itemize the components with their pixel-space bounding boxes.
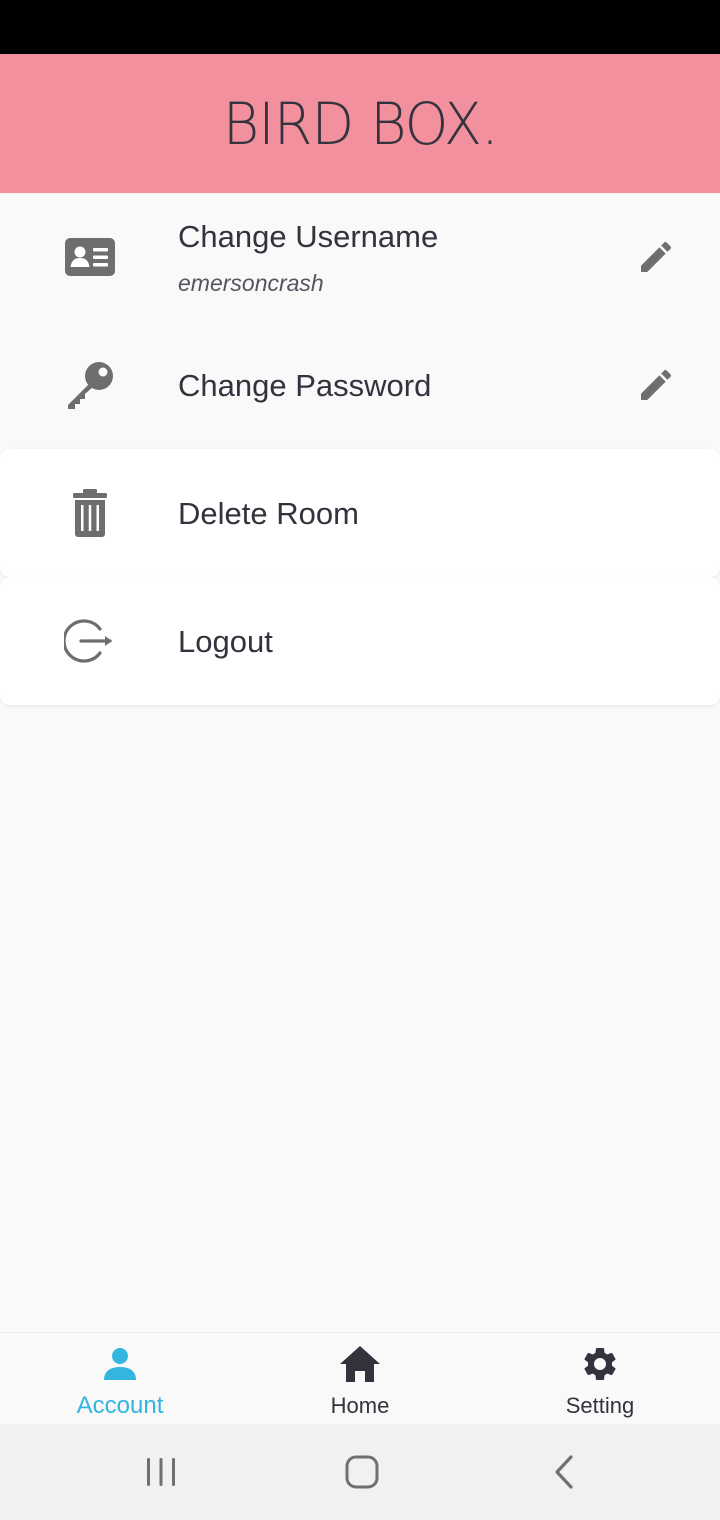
logout-label: Logout xyxy=(178,624,273,659)
nav-account[interactable]: Account xyxy=(0,1333,240,1425)
delete-room-row[interactable]: Delete Room xyxy=(0,449,720,577)
nav-home[interactable]: Home xyxy=(240,1333,480,1425)
key-icon xyxy=(64,359,116,411)
change-password-label: Change Password xyxy=(178,368,432,403)
pencil-edit-icon[interactable] xyxy=(632,361,680,409)
nav-setting[interactable]: Setting xyxy=(480,1333,720,1425)
change-password-row[interactable]: Change Password xyxy=(0,321,720,449)
username-value: emersoncrash xyxy=(178,270,324,296)
bottom-nav: Account Home Setting xyxy=(0,1332,720,1424)
nav-account-label: Account xyxy=(76,1392,164,1419)
logout-row[interactable]: Logout xyxy=(0,577,720,705)
person-icon xyxy=(97,1341,143,1387)
change-username-row[interactable]: Change Username emersoncrash xyxy=(0,193,720,321)
change-username-label: Change Username xyxy=(178,219,439,254)
pencil-edit-icon[interactable] xyxy=(632,233,680,281)
home-icon xyxy=(337,1341,383,1387)
id-card-icon xyxy=(64,231,116,283)
status-bar xyxy=(0,0,720,54)
nav-setting-label: Setting xyxy=(565,1393,635,1418)
trash-icon xyxy=(64,487,116,539)
app-title: BIRD BOX. xyxy=(222,89,498,158)
system-nav-bar xyxy=(0,1424,720,1520)
logout-icon xyxy=(64,615,116,667)
back-icon[interactable] xyxy=(534,1448,594,1496)
nav-home-label: Home xyxy=(330,1393,390,1418)
home-circle-icon[interactable] xyxy=(332,1448,392,1496)
gear-icon xyxy=(577,1341,623,1387)
recent-apps-icon[interactable] xyxy=(131,1448,191,1496)
app-header: BIRD BOX. xyxy=(0,54,720,193)
delete-room-label: Delete Room xyxy=(178,496,359,531)
